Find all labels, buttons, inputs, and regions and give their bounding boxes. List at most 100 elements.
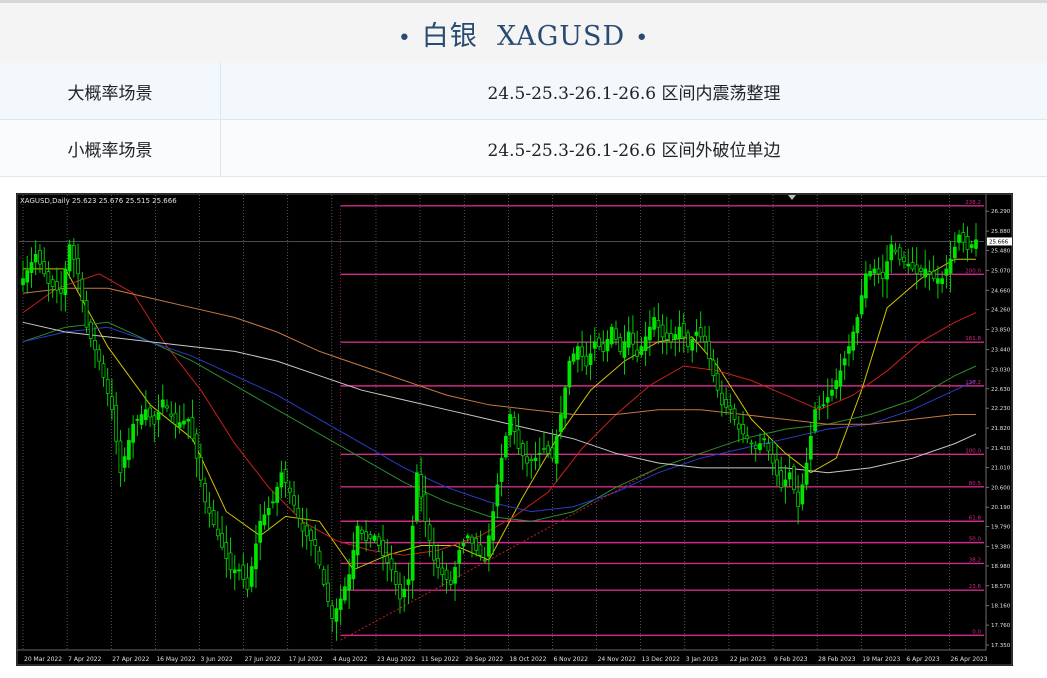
candle-body xyxy=(758,443,762,450)
candle-body xyxy=(211,510,216,525)
candle-body xyxy=(224,542,229,559)
candle-body xyxy=(648,326,652,341)
candle-body xyxy=(118,440,123,474)
candle-body xyxy=(101,363,106,378)
date-tick-label: 27 Jun 2022 xyxy=(245,656,281,663)
date-tick-label: 22 Jan 2023 xyxy=(730,656,766,663)
candle-body xyxy=(961,232,966,243)
candle-body xyxy=(398,584,402,600)
date-tick-label: 3 Jun 2022 xyxy=(200,656,232,663)
price-tick-label: 25.480 xyxy=(991,248,1011,254)
candle-body xyxy=(728,405,733,411)
candle-body xyxy=(842,358,847,366)
candle-body xyxy=(741,424,745,435)
candle-body xyxy=(732,408,737,420)
candle-body xyxy=(584,355,589,367)
candle-body xyxy=(241,564,246,580)
page-title: • 白银 XAGUSD • xyxy=(388,14,659,53)
candle-body xyxy=(677,326,682,339)
candle-body xyxy=(215,528,220,537)
price-tick-label: 24.660 xyxy=(991,288,1011,294)
candle-body xyxy=(220,533,224,548)
price-tick-label: 21.410 xyxy=(991,446,1011,452)
fib-level-label: 0.0 xyxy=(972,629,981,635)
candle-body xyxy=(351,550,356,580)
candle-body xyxy=(931,270,936,279)
candle-body xyxy=(516,429,521,449)
candle-body xyxy=(93,340,97,351)
candle-body xyxy=(46,271,51,284)
date-tick-label: 23 Aug 2022 xyxy=(377,656,416,663)
candle-body xyxy=(326,582,330,602)
candle-body xyxy=(114,404,119,442)
candle-body xyxy=(792,466,796,491)
candle-body xyxy=(609,326,614,345)
candle-body xyxy=(67,244,72,272)
date-tick-label: 20 Mar 2022 xyxy=(24,656,62,663)
candle-body xyxy=(279,472,284,488)
candle-body xyxy=(927,271,932,275)
candle-body xyxy=(525,456,529,464)
candle-body xyxy=(474,537,479,551)
candle-body xyxy=(105,378,110,394)
scenario-label: 大概率场景 xyxy=(0,63,221,119)
candle-body xyxy=(880,271,885,279)
candle-body xyxy=(80,278,85,301)
candle-body xyxy=(720,392,724,406)
candle-body xyxy=(821,404,826,407)
candle-body xyxy=(736,423,741,430)
candle-body xyxy=(415,472,419,521)
date-tick-label: 6 Nov 2022 xyxy=(553,656,588,663)
candle-body xyxy=(249,566,254,587)
chart-info-label: XAGUSD,Daily 25.623 25.676 25.515 25.666 xyxy=(20,197,177,205)
date-tick-label: 7 Apr 2022 xyxy=(68,656,101,663)
candle-body xyxy=(304,525,309,537)
date-tick-label: 24 Nov 2022 xyxy=(598,656,637,663)
candle-body xyxy=(724,399,728,408)
candle-body xyxy=(597,337,601,347)
candle-body xyxy=(766,443,771,452)
candle-body xyxy=(554,435,559,464)
price-tick-label: 26.290 xyxy=(991,209,1011,215)
candle-body xyxy=(588,353,593,365)
candle-body xyxy=(897,247,902,260)
price-tick-label: 19.790 xyxy=(991,525,1011,531)
candle-body xyxy=(21,278,25,286)
candle-body xyxy=(652,317,656,330)
fib-level-label: 61.8 xyxy=(969,515,982,521)
candle-body xyxy=(974,239,978,249)
candle-body xyxy=(364,531,368,542)
candle-body xyxy=(944,268,949,276)
candle-body xyxy=(639,346,644,355)
candle-body xyxy=(614,328,618,340)
candle-body xyxy=(698,327,703,338)
candle-body xyxy=(859,295,864,315)
date-tick-label: 4 Aug 2022 xyxy=(333,656,368,663)
candle-body xyxy=(313,539,318,546)
candle-body xyxy=(29,262,34,273)
candle-body xyxy=(182,420,186,425)
candle-body xyxy=(156,411,161,420)
candle-body xyxy=(292,495,296,506)
price-tick-label: 25.070 xyxy=(991,268,1011,274)
candle-body xyxy=(199,457,203,481)
candle-body xyxy=(703,335,707,343)
candle-body xyxy=(165,405,169,409)
candle-body xyxy=(393,571,398,585)
candle-body xyxy=(482,559,487,562)
candle-body xyxy=(834,380,839,390)
candle-body xyxy=(906,263,911,267)
price-tick-label: 20.600 xyxy=(991,485,1011,491)
candle-body xyxy=(317,550,322,566)
candle-body xyxy=(952,246,957,259)
candle-body xyxy=(830,389,834,396)
candle-body xyxy=(127,440,131,460)
date-tick-label: 17 Jul 2022 xyxy=(289,656,323,663)
candle-body xyxy=(97,349,102,362)
candle-body xyxy=(787,472,792,480)
candle-body xyxy=(110,396,114,411)
candle-body xyxy=(796,491,800,508)
candle-body xyxy=(402,588,407,598)
date-tick-label: 19 Mar 2023 xyxy=(862,656,900,663)
candle-body xyxy=(122,456,127,468)
